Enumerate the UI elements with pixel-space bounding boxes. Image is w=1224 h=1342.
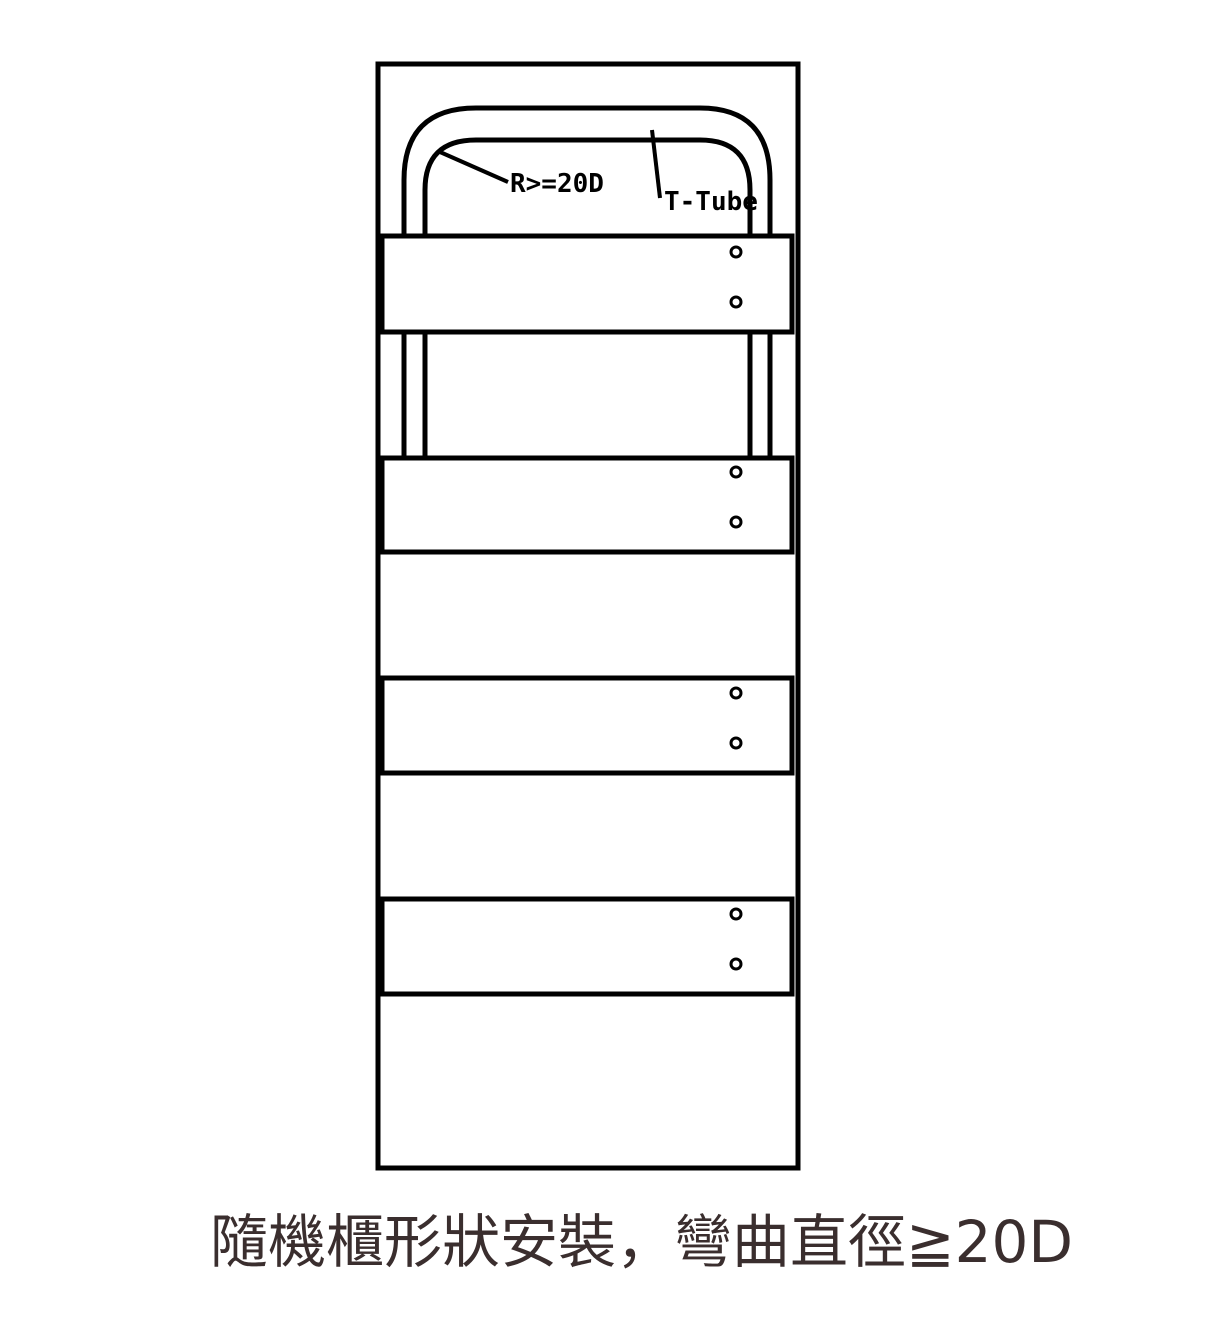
diagram-caption: 隨機櫃形狀安裝，彎曲直徑≧20D <box>210 1208 1074 1276</box>
tube-label: T-Tube <box>664 187 758 217</box>
cabinet-diagram: R>=20D T-Tube <box>375 61 801 1171</box>
cabinet-panel <box>379 233 795 335</box>
cabinet-panel <box>379 896 795 997</box>
bend-radius-label: R>=20D <box>510 169 604 199</box>
cabinet-panel <box>379 675 795 776</box>
cabinet-frame <box>375 61 801 1171</box>
cabinet-panel <box>379 455 795 555</box>
